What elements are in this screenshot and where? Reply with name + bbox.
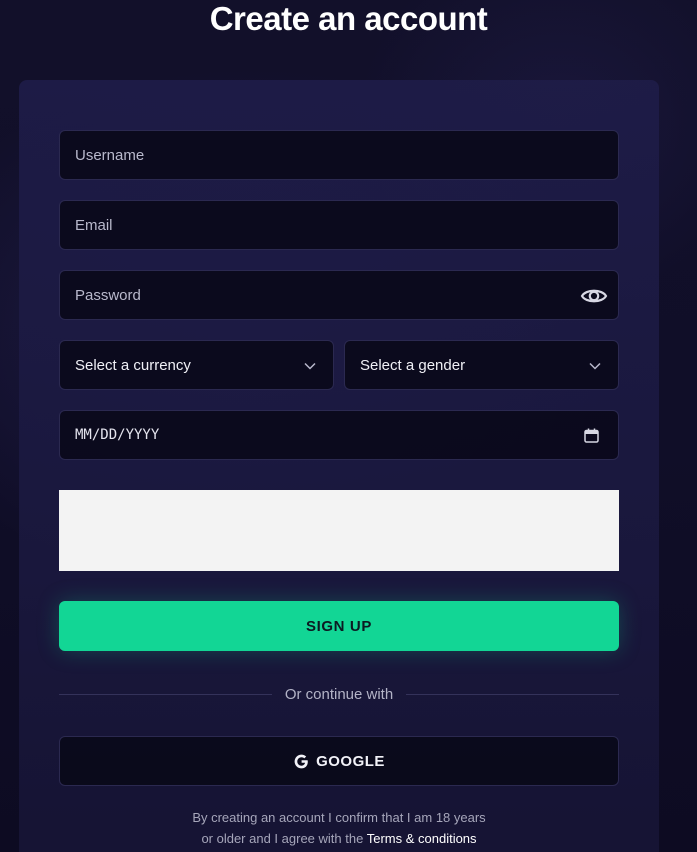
captcha-widget[interactable] [59,490,619,571]
google-g-icon [293,753,310,770]
username-placeholder: Username [75,146,145,164]
email-input[interactable]: Email [59,200,619,250]
currency-select-value: Select a currency [75,356,191,374]
calendar-icon[interactable] [582,426,600,444]
google-signin-button[interactable]: GOOGLE [59,736,619,786]
gender-select[interactable]: Select a gender [344,340,619,390]
legal-line-2: or older and I agree with the Terms & co… [59,828,619,849]
password-placeholder: Password [75,286,141,304]
eye-icon[interactable] [580,282,608,310]
divider-line-right [406,693,620,695]
divider-text: Or continue with [284,685,394,703]
gender-select-value: Select a gender [360,356,466,374]
terms-link[interactable]: Terms & conditions [367,831,477,846]
currency-select[interactable]: Select a currency [59,340,334,390]
legal-text: By creating an account I confirm that I … [59,807,619,849]
legal-line-1: By creating an account I confirm that I … [192,810,486,825]
birthdate-placeholder: MM/DD/YYYY [75,427,160,443]
signup-page: Create an account Username Email Passwor… [0,0,697,852]
birthdate-input[interactable]: MM/DD/YYYY [59,410,619,460]
email-placeholder: Email [75,216,113,234]
password-input[interactable]: Password [59,270,619,320]
chevron-down-icon [589,362,601,370]
page-title: Create an account [209,0,488,37]
google-label: GOOGLE [316,752,385,770]
legal-line-2-prefix: or older and I agree with the [201,831,364,846]
divider: Or continue with [59,683,620,705]
username-input[interactable]: Username [59,130,619,180]
chevron-down-icon [304,362,316,370]
signup-button[interactable]: SIGN UP [59,601,619,651]
divider-line-left [59,693,272,695]
